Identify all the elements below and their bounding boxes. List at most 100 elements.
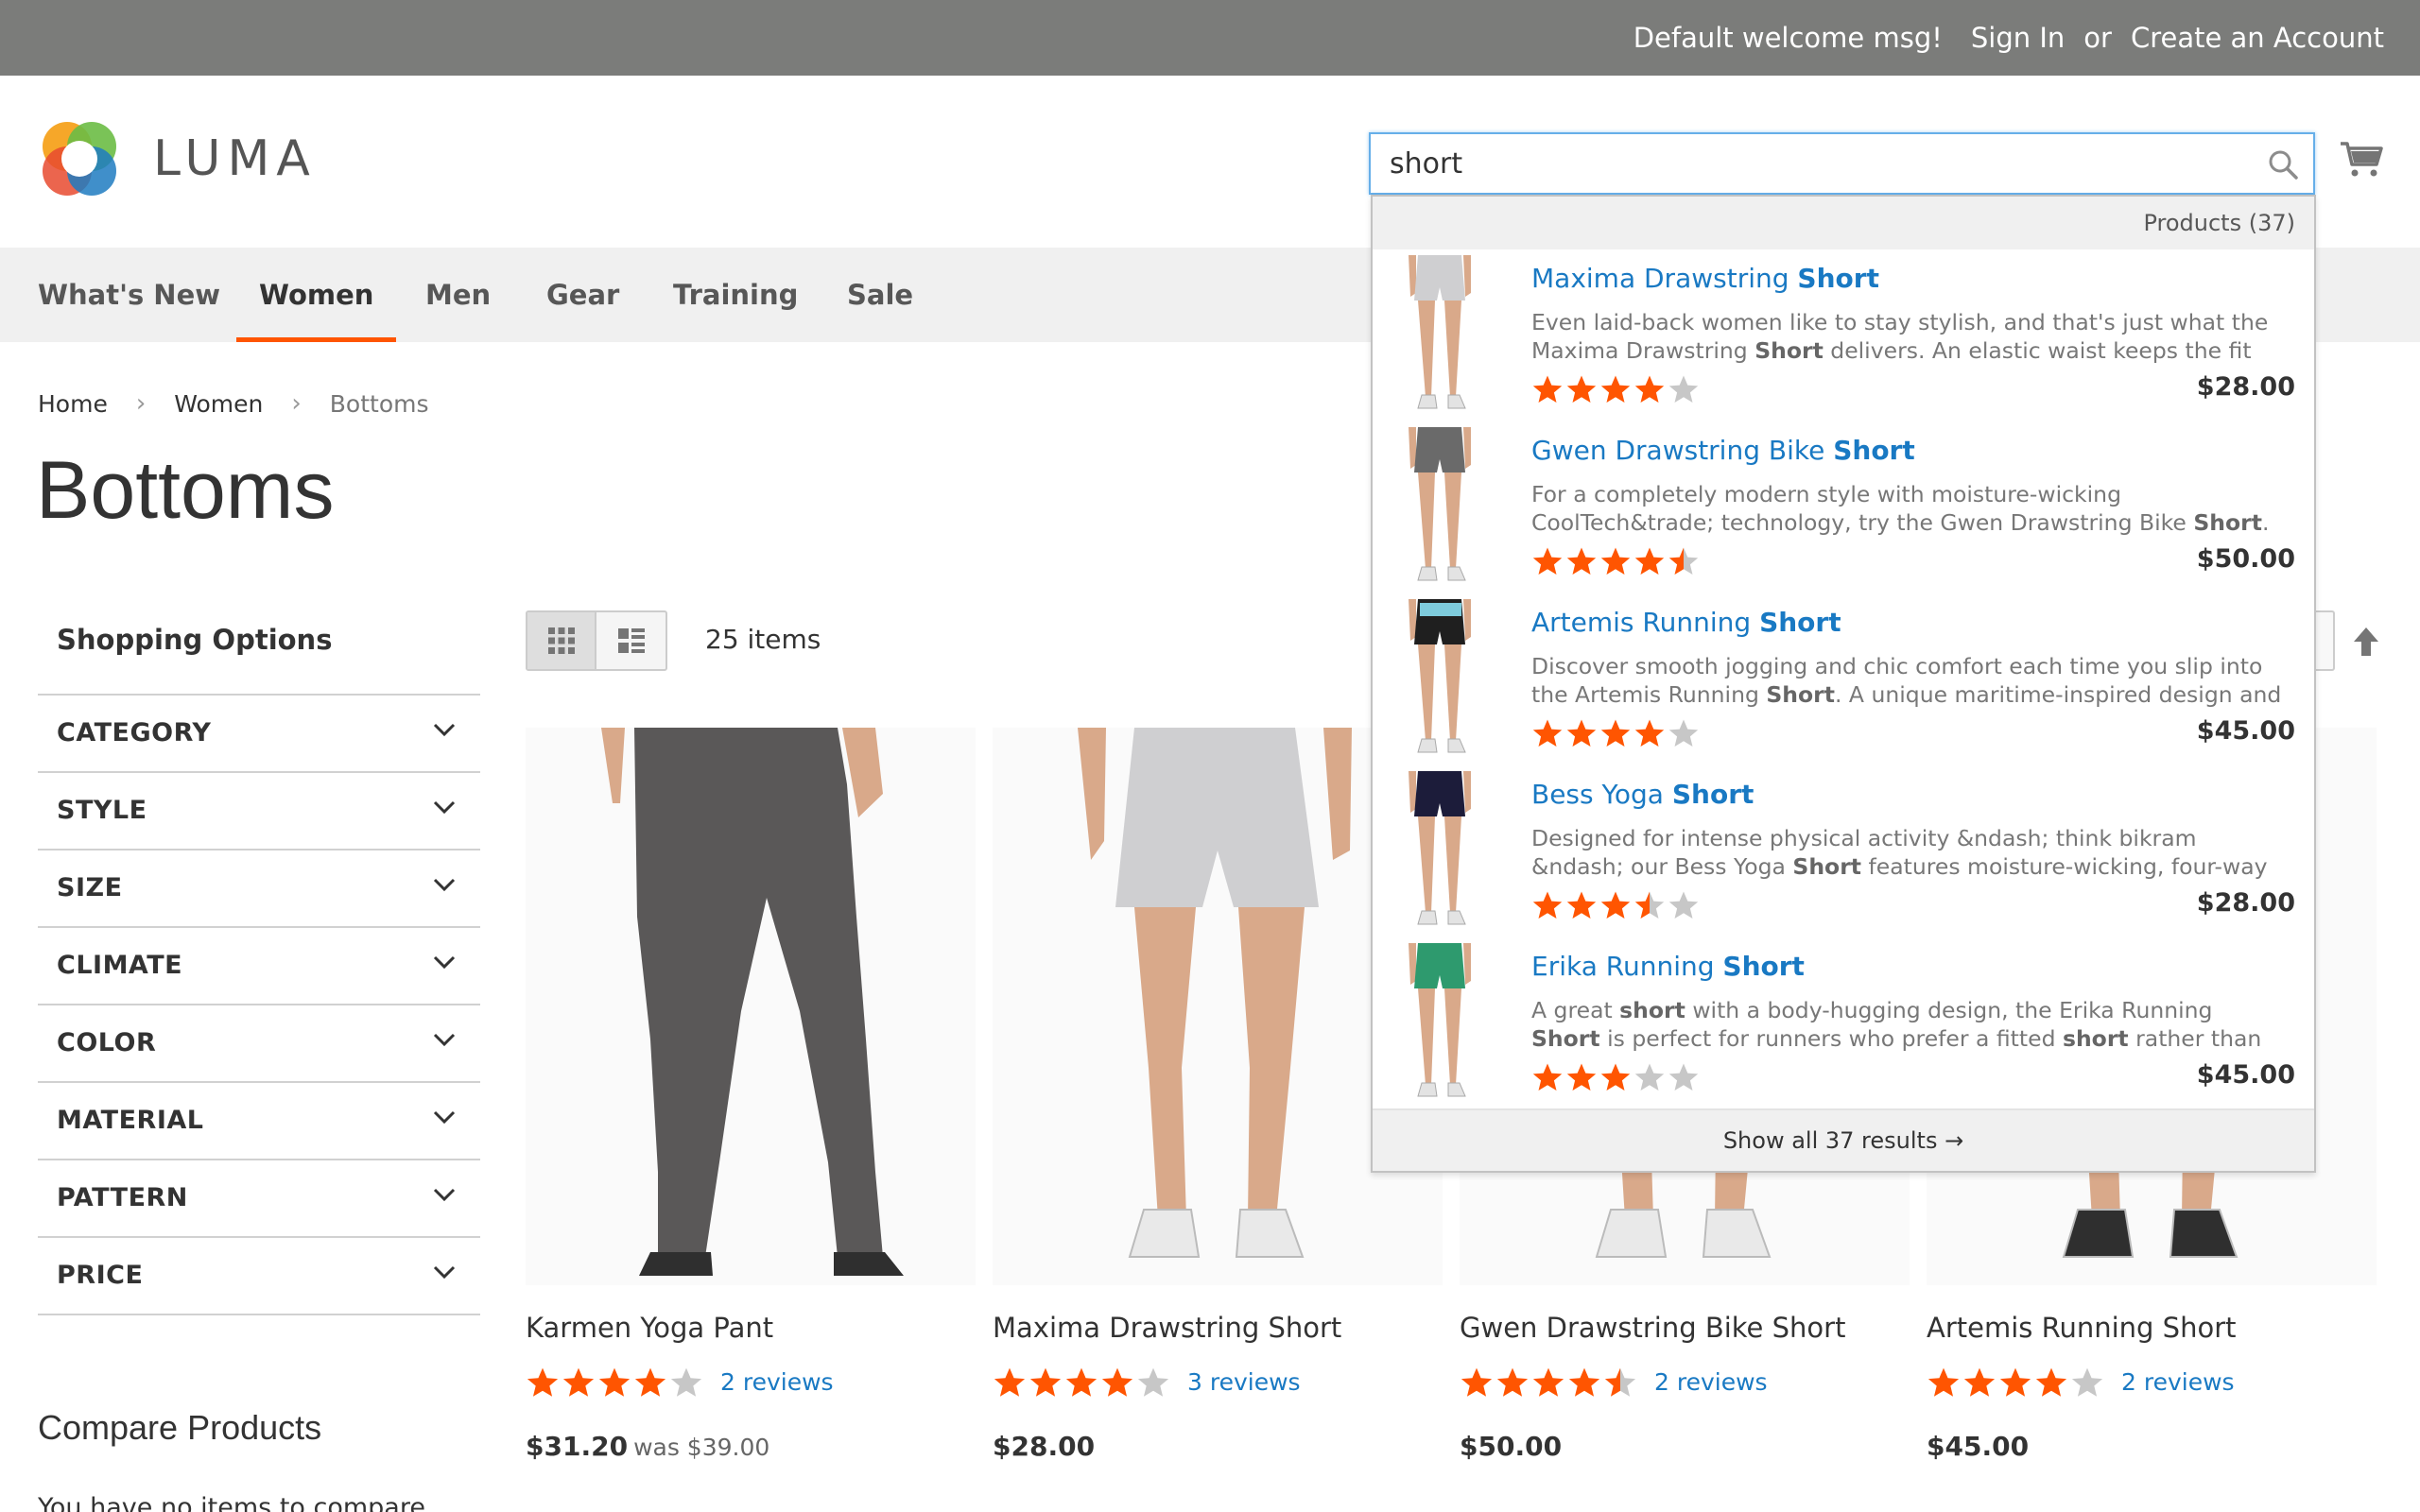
star-icon	[1600, 1063, 1631, 1091]
search-box[interactable]	[1369, 132, 2315, 195]
star-icon	[1461, 1367, 1493, 1397]
product-rating: 2 reviews	[1460, 1366, 1768, 1399]
show-all-results-link[interactable]: Show all 37 results →	[1373, 1108, 2314, 1171]
autocomplete-price: $50.00	[2196, 544, 2295, 574]
product-name[interactable]: Gwen Drawstring Bike Short	[1460, 1312, 1845, 1344]
star-icon	[1137, 1367, 1169, 1397]
grid-view-button[interactable]	[527, 612, 596, 669]
autocomplete-thumbnail	[1409, 599, 1471, 753]
product-name[interactable]: Karmen Yoga Pant	[526, 1312, 773, 1344]
breadcrumb-current: Bottoms	[329, 389, 429, 418]
logo-text: LUMA	[153, 130, 317, 187]
search-icon[interactable]	[2266, 147, 2300, 181]
chevron-down-icon	[433, 1110, 456, 1125]
autocomplete-product-description: Even laid-back women like to stay stylis…	[1531, 309, 2269, 364]
sort-direction-icon[interactable]	[2352, 626, 2380, 658]
autocomplete-product-description: Designed for intense physical activity &…	[1531, 825, 2268, 880]
filter-category[interactable]: CATEGORY	[38, 696, 480, 773]
star-icon	[994, 1367, 1026, 1397]
star-icon	[527, 1367, 559, 1397]
breadcrumb: Home › Women › Bottoms	[38, 389, 429, 418]
star-icon	[1532, 547, 1563, 575]
autocomplete-item[interactable]: Erika Running Short A great short with a …	[1373, 937, 2314, 1109]
autocomplete-rating	[1531, 1062, 1700, 1092]
autocomplete-rating	[1531, 374, 1700, 404]
star-icon	[2035, 1367, 2067, 1397]
autocomplete-item[interactable]: Artemis Running Short Discover smooth jog…	[1373, 593, 2314, 765]
star-icon	[1634, 1063, 1665, 1091]
search-input[interactable]	[1371, 134, 2240, 193]
filter-climate[interactable]: CLIMATE	[38, 928, 480, 1005]
autocomplete-product-description: A great short with a body-hugging design…	[1531, 997, 2262, 1052]
filter-pattern[interactable]: PATTERN	[38, 1160, 480, 1238]
star-icon	[1566, 719, 1597, 747]
star-icon	[1604, 1367, 1636, 1397]
star-icon	[1634, 719, 1665, 747]
star-icon	[1634, 891, 1665, 919]
star-icon	[1668, 547, 1699, 575]
nav-men[interactable]: Men	[425, 248, 491, 342]
nav-women[interactable]: Women	[235, 248, 397, 342]
nav-sale[interactable]: Sale	[847, 248, 913, 342]
chevron-down-icon	[433, 723, 456, 737]
nav-whats-new[interactable]: What's New	[38, 248, 220, 342]
nav-gear[interactable]: Gear	[546, 248, 619, 342]
product-price: $45.00	[1927, 1431, 2029, 1462]
filter-label: PRICE	[57, 1261, 144, 1290]
sign-in-link[interactable]: Sign In	[1971, 22, 2065, 54]
cart-icon[interactable]	[2339, 138, 2384, 180]
filter-style[interactable]: STYLE	[38, 773, 480, 850]
autocomplete-product-name[interactable]: Bess Yoga Short	[1531, 779, 1754, 810]
star-icon	[1532, 1063, 1563, 1091]
autocomplete-thumbnail	[1409, 943, 1471, 1097]
breadcrumb-home[interactable]: Home	[38, 390, 108, 418]
nav-training[interactable]: Training	[673, 248, 798, 342]
product-name[interactable]: Artemis Running Short	[1927, 1312, 2236, 1344]
luma-logo[interactable]: LUMA	[38, 117, 317, 200]
filter-size[interactable]: SIZE	[38, 850, 480, 928]
product-photo[interactable]	[526, 728, 976, 1285]
autocomplete-product-description: For a completely modern style with moist…	[1531, 481, 2270, 536]
autocomplete-item[interactable]: Maxima Drawstring Short Even laid-back wo…	[1373, 249, 2314, 421]
filter-material[interactable]: MATERIAL	[38, 1083, 480, 1160]
breadcrumb-women[interactable]: Women	[174, 390, 263, 418]
autocomplete-product-name[interactable]: Erika Running Short	[1531, 951, 1805, 982]
reviews-link[interactable]: 2 reviews	[720, 1368, 834, 1396]
product-price: $28.00	[993, 1431, 1095, 1462]
star-icon	[1668, 375, 1699, 403]
rating-stars	[1531, 374, 1700, 404]
star-icon	[1927, 1367, 1960, 1397]
filter-price[interactable]: PRICE	[38, 1238, 480, 1315]
star-icon	[1600, 719, 1631, 747]
reviews-link[interactable]: 2 reviews	[1654, 1368, 1768, 1396]
star-icon	[598, 1367, 631, 1397]
autocomplete-item[interactable]: Gwen Drawstring Bike Short For a complete…	[1373, 421, 2314, 593]
product-price: $31.20 was $39.00	[526, 1431, 769, 1462]
autocomplete-product-name[interactable]: Gwen Drawstring Bike Short	[1531, 435, 1915, 466]
list-view-button[interactable]	[596, 612, 666, 669]
filter-color[interactable]: COLOR	[38, 1005, 480, 1083]
filter-list: CATEGORY STYLE SIZE CLIMATE COLOR MATERIAL PAT…	[38, 694, 480, 1315]
autocomplete-product-name[interactable]: Artemis Running Short	[1531, 607, 1841, 638]
create-account-link[interactable]: Create an Account	[2131, 22, 2384, 54]
breadcrumb-separator-icon: ›	[291, 389, 302, 418]
autocomplete-product-name[interactable]: Maxima Drawstring Short	[1531, 263, 1879, 294]
star-icon	[1566, 1063, 1597, 1091]
autocomplete-item[interactable]: Bess Yoga Short Designed for intense phys…	[1373, 765, 2314, 937]
reviews-link[interactable]: 2 reviews	[2121, 1368, 2235, 1396]
star-icon	[1568, 1367, 1600, 1397]
product-price: $50.00	[1460, 1431, 1562, 1462]
star-icon	[1566, 375, 1597, 403]
star-icon	[1029, 1367, 1062, 1397]
autocomplete-rating	[1531, 890, 1700, 920]
star-icon	[1065, 1367, 1098, 1397]
reviews-link[interactable]: 3 reviews	[1187, 1368, 1301, 1396]
autocomplete-count: Products (37)	[2143, 210, 2295, 236]
product-name[interactable]: Maxima Drawstring Short	[993, 1312, 1341, 1344]
star-icon	[670, 1367, 702, 1397]
rating-stars	[993, 1366, 1170, 1399]
star-icon	[1566, 891, 1597, 919]
product-image	[601, 728, 904, 1276]
top-bar: Default welcome msg! Sign In or Create a…	[0, 0, 2420, 76]
product-rating: 2 reviews	[1927, 1366, 2235, 1399]
